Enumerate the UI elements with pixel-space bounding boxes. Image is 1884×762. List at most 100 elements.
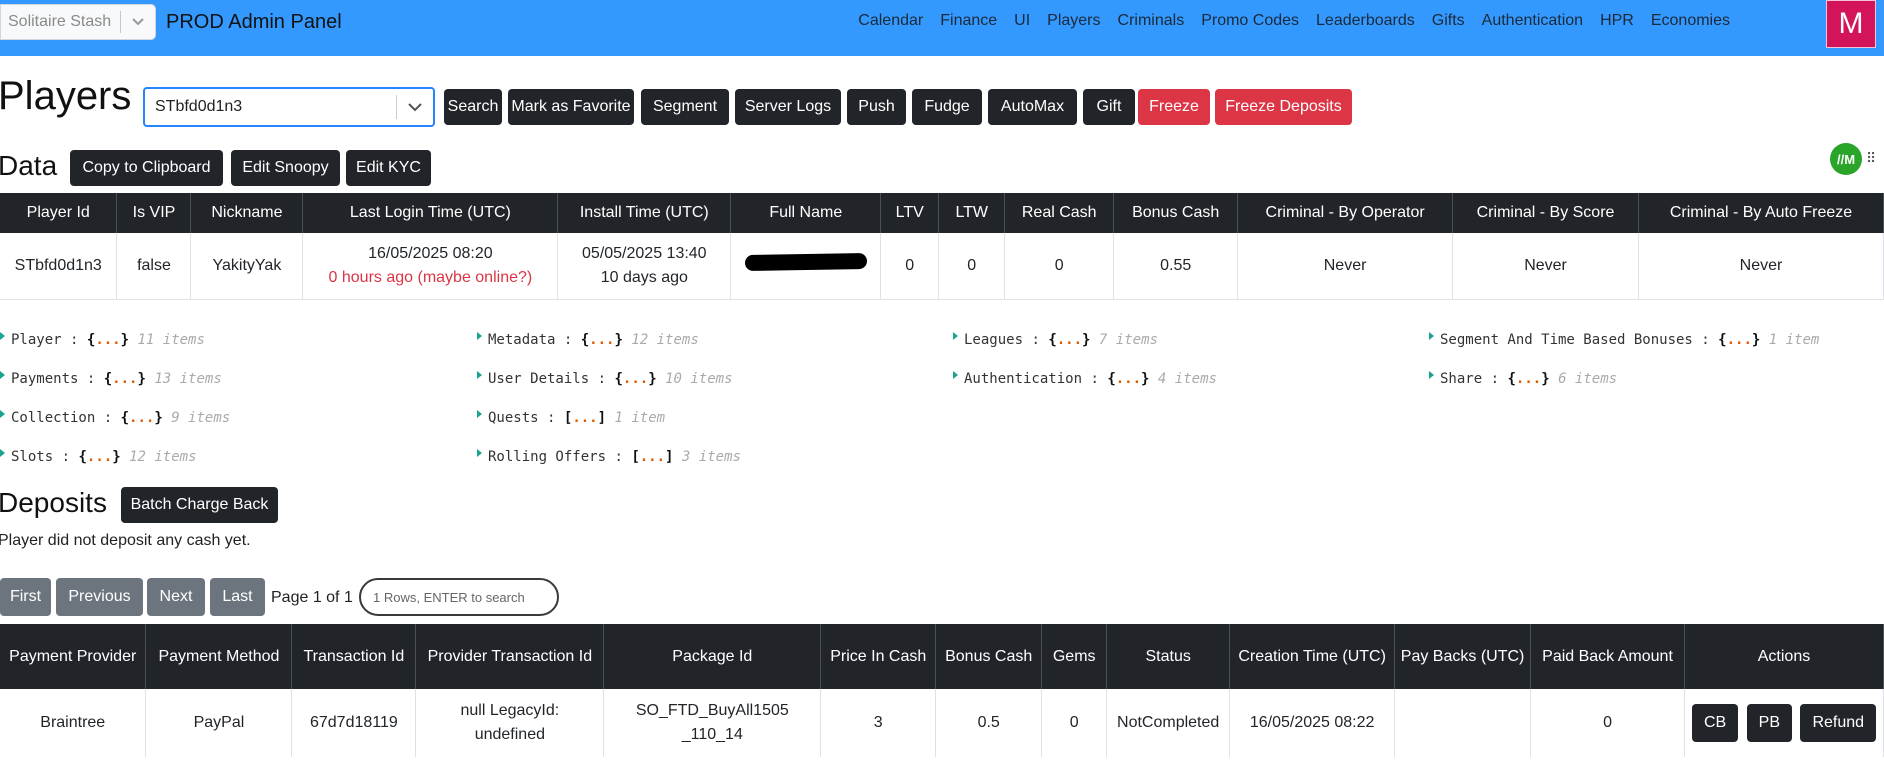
expand-arrow-icon[interactable] <box>0 332 5 340</box>
tree-node-slots[interactable]: Slots : {...} 12 items <box>0 449 197 465</box>
nav-link-leaderboards[interactable]: Leaderboards <box>1316 12 1415 30</box>
nav-link-gifts[interactable]: Gifts <box>1432 12 1465 30</box>
column-header[interactable]: Bonus Cash <box>935 624 1043 689</box>
charge-back-button[interactable]: CB <box>1691 704 1739 742</box>
nav-link-promo-codes[interactable]: Promo Codes <box>1201 12 1299 30</box>
pager-last-button[interactable]: Last <box>210 578 265 616</box>
table-row: STbfd0d1n3 false YakityYak 16/05/2025 08… <box>0 233 1884 300</box>
column-header[interactable]: Full Name <box>730 193 882 233</box>
nav-link-finance[interactable]: Finance <box>940 12 997 30</box>
push-button[interactable]: Push <box>847 89 906 125</box>
expand-arrow-icon[interactable] <box>0 449 5 457</box>
is-vip-cell: false <box>116 233 192 300</box>
column-header[interactable]: LTW <box>938 193 1006 233</box>
nav-link-hpr[interactable]: HPR <box>1600 12 1634 30</box>
paybacks-cell <box>1394 689 1532 757</box>
column-header[interactable]: Real Cash <box>1004 193 1115 233</box>
tree-node-metadata[interactable]: Metadata : {...} 12 items <box>477 332 699 348</box>
pay-back-button[interactable]: PB <box>1746 704 1792 742</box>
user-avatar[interactable]: M <box>1826 0 1876 48</box>
tree-node-leagues[interactable]: Leagues : {...} 7 items <box>953 332 1158 348</box>
pager-previous-button[interactable]: Previous <box>56 578 143 616</box>
data-section-title: Data <box>0 150 58 181</box>
search-button[interactable]: Search <box>444 89 502 125</box>
tree-node-player[interactable]: Player : {...} 11 items <box>0 332 205 348</box>
nav-link-economies[interactable]: Economies <box>1651 12 1730 30</box>
app-selector[interactable]: Solitaire Stash <box>0 4 156 40</box>
chevron-down-icon[interactable] <box>397 102 433 112</box>
mark-favorite-button[interactable]: Mark as Favorite <box>508 89 634 125</box>
provider-transaction-cell: null LegacyId: undefined <box>415 689 605 757</box>
column-header[interactable]: Player Id <box>0 193 118 233</box>
expand-arrow-icon[interactable] <box>477 332 482 340</box>
expand-arrow-icon[interactable] <box>0 371 5 379</box>
extension-badge-icon[interactable]: //M <box>1830 143 1862 175</box>
column-header[interactable]: Package Id <box>603 624 822 689</box>
nav-link-authentication[interactable]: Authentication <box>1482 12 1583 30</box>
tree-node-authentication[interactable]: Authentication : {...} 4 items <box>953 371 1217 387</box>
deposits-search-input[interactable] <box>359 578 559 616</box>
expand-arrow-icon[interactable] <box>1429 371 1434 379</box>
batch-charge-back-button[interactable]: Batch Charge Back <box>121 487 278 523</box>
tree-node-segment-bonuses[interactable]: Segment And Time Based Bonuses : {...} 1… <box>1429 332 1819 348</box>
fudge-button[interactable]: Fudge <box>912 89 982 125</box>
tree-node-rolling-offers[interactable]: Rolling Offers : [...] 3 items <box>477 449 741 465</box>
column-header[interactable]: Payment Provider <box>0 624 147 689</box>
tree-node-payments[interactable]: Payments : {...} 13 items <box>0 371 222 387</box>
expand-arrow-icon[interactable] <box>1429 332 1434 340</box>
column-header[interactable]: Gems <box>1041 624 1108 689</box>
pager-next-button[interactable]: Next <box>147 578 205 616</box>
copy-clipboard-button[interactable]: Copy to Clipboard <box>70 150 223 186</box>
install-note: 10 days ago <box>600 268 688 286</box>
tree-node-quests[interactable]: Quests : [...] 1 item <box>477 410 665 426</box>
freeze-button[interactable]: Freeze <box>1138 89 1210 125</box>
column-header[interactable]: Price In Cash <box>820 624 937 689</box>
column-header[interactable]: LTV <box>880 193 940 233</box>
column-header[interactable]: Last Login Time (UTC) <box>302 193 559 233</box>
column-header[interactable]: Transaction Id <box>291 624 417 689</box>
edit-kyc-button[interactable]: Edit KYC <box>346 150 431 186</box>
gift-button[interactable]: Gift <box>1083 89 1135 125</box>
edit-snoopy-button[interactable]: Edit Snoopy <box>231 150 340 186</box>
nav-link-criminals[interactable]: Criminals <box>1118 12 1185 30</box>
column-header[interactable]: Status <box>1106 624 1231 689</box>
expand-arrow-icon[interactable] <box>953 371 958 379</box>
automax-button[interactable]: AutoMax <box>988 89 1077 125</box>
expand-arrow-icon[interactable] <box>0 410 5 418</box>
nav-link-ui[interactable]: UI <box>1014 12 1030 30</box>
column-header[interactable]: Payment Method <box>145 624 293 689</box>
freeze-deposits-button[interactable]: Freeze Deposits <box>1215 89 1352 125</box>
column-header[interactable]: Is VIP <box>116 193 192 233</box>
tree-node-share[interactable]: Share : {...} 6 items <box>1429 371 1617 387</box>
column-header[interactable]: Provider Transaction Id <box>415 624 605 689</box>
expand-arrow-icon[interactable] <box>477 410 482 418</box>
drag-grip-icon[interactable]: ⠿ <box>1866 150 1876 167</box>
column-header[interactable]: Paid Back Amount <box>1530 624 1685 689</box>
column-header[interactable]: Criminal - By Operator <box>1237 193 1454 233</box>
nav-link-calendar[interactable]: Calendar <box>858 12 923 30</box>
column-header[interactable]: Nickname <box>190 193 304 233</box>
expand-arrow-icon[interactable] <box>477 449 482 457</box>
pager-first-button[interactable]: First <box>0 578 51 616</box>
brand-title[interactable]: PROD Admin Panel <box>166 11 342 34</box>
column-header[interactable]: Criminal - By Auto Freeze <box>1638 193 1884 233</box>
refund-button[interactable]: Refund <box>1800 704 1877 742</box>
chevron-down-icon[interactable] <box>121 18 155 26</box>
nav-link-players[interactable]: Players <box>1047 12 1100 30</box>
column-header[interactable]: Bonus Cash <box>1113 193 1239 233</box>
column-header[interactable]: Criminal - By Score <box>1452 193 1639 233</box>
table-header-row: Player Id Is VIP Nickname Last Login Tim… <box>0 193 1884 233</box>
tree-node-user-details[interactable]: User Details : {...} 10 items <box>477 371 733 387</box>
tree-node-collection[interactable]: Collection : {...} 9 items <box>0 410 230 426</box>
expand-arrow-icon[interactable] <box>953 332 958 340</box>
nav-links: Calendar Finance UI Players Criminals Pr… <box>841 12 1730 30</box>
criminal-score-cell: Never <box>1452 233 1639 300</box>
column-header[interactable]: Pay Backs (UTC) <box>1394 624 1532 689</box>
server-logs-button[interactable]: Server Logs <box>735 89 841 125</box>
column-header[interactable]: Creation Time (UTC) <box>1229 624 1396 689</box>
column-header[interactable]: Install Time (UTC) <box>557 193 732 233</box>
player-search-select[interactable]: STbfd0d1n3 <box>143 87 435 127</box>
expand-arrow-icon[interactable] <box>477 371 482 379</box>
page-title: Players <box>0 74 132 118</box>
segment-button[interactable]: Segment <box>641 89 729 125</box>
